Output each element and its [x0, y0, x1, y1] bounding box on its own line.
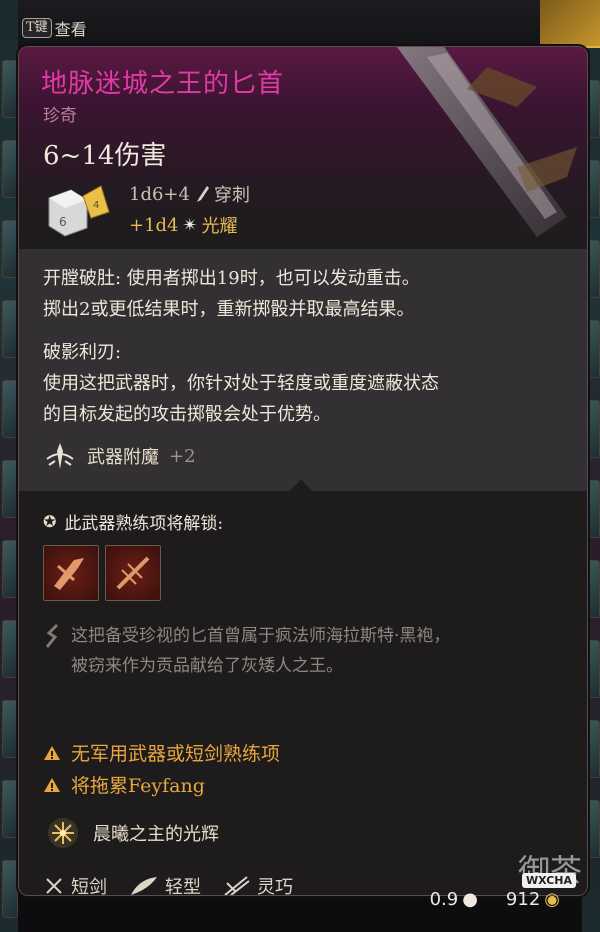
badge-icon: ✪ [43, 512, 57, 531]
background-inventory-left [0, 0, 18, 932]
ability-title: 破影利刃: [43, 342, 122, 363]
watermark-badge: WXCHA [521, 873, 576, 888]
blessing: 晨曦之主的光辉 [47, 817, 219, 849]
unlock-label: 此武器熟练项将解锁: [64, 514, 224, 534]
proficiency-unlock: ✪ 此武器熟练项将解锁: [43, 509, 223, 534]
weight-icon: ● [462, 889, 478, 910]
finesse-icon [224, 876, 250, 895]
warning-text: 将拖累Feyfang [71, 775, 205, 797]
abilities-section: 开膛破肚: 使用者掷出19时，也可以发动重击。 掷出2或更低结果时，重新掷骰并取… [19, 249, 587, 491]
item-name: 地脉迷城之王的匕首 [41, 69, 285, 99]
ability-line: 开膛破肚: 使用者掷出19时，也可以发动重击。 [43, 268, 420, 289]
price-value: 912 [505, 889, 541, 910]
inventory-slot-icon[interactable] [540, 0, 600, 48]
damage-type: 穿刺 [213, 185, 250, 206]
dice-icon: 6 4 [48, 185, 110, 237]
weapon-tags: 短剑 轻型 灵巧 [43, 873, 293, 896]
feather-icon [131, 877, 157, 895]
damage-dice: 1d6+4 [129, 183, 190, 205]
tooltip-header: 地脉迷城之王的匕首 珍奇 6~14伤害 6 4 1d6+4 穿刺 +1d4 ✴ … [19, 47, 587, 249]
dagger-artwork-icon [397, 47, 577, 237]
item-rarity: 珍奇 [43, 106, 77, 126]
tag-label: 灵巧 [257, 877, 293, 896]
weight-value: 0.9 [429, 889, 459, 910]
gold-coin-icon: ◉ [544, 889, 560, 910]
tag-finesse: 灵巧 [223, 873, 293, 896]
tag-label: 轻型 [165, 877, 201, 896]
slash-proficiency-icon[interactable] [43, 545, 99, 601]
pierce-proficiency-icon[interactable] [105, 545, 161, 601]
item-footer: 0.9 ● 912 ◉ [430, 889, 560, 910]
flavor-line: 被窃来作为贡品献给了灰矮人之王。 [71, 656, 343, 676]
piercing-icon [196, 186, 209, 202]
blessing-text: 晨曦之主的光辉 [93, 824, 219, 845]
item-tooltip: 地脉迷城之王的匕首 珍奇 6~14伤害 6 4 1d6+4 穿刺 +1d4 ✴ … [18, 46, 588, 896]
inspect-hint[interactable]: T键 查看 [22, 16, 87, 40]
damage-range: 6~14伤害 [43, 141, 167, 171]
tag-label: 短剑 [71, 877, 107, 896]
bonus-dice: +1d4 [129, 214, 179, 236]
t-key-badge: T键 [22, 18, 52, 38]
bonus-damage: +1d4 ✴ 光耀 [129, 212, 238, 238]
shortsword-icon [46, 878, 62, 894]
ability-line: 使用这把武器时，你针对处于轻度或重度遮蔽状态 [43, 373, 439, 394]
warning-icon [44, 777, 60, 792]
bonus-type: 光耀 [201, 216, 238, 237]
radiant-icon: ✴ [182, 214, 198, 236]
tag-light: 轻型 [129, 873, 201, 896]
warning-icon [44, 745, 60, 760]
enchantment-value: +2 [169, 445, 196, 467]
weapon-enchantment: 武器附魔 +2 [43, 441, 196, 471]
warning-proficiency: 无军用武器或短剑熟练项 [43, 739, 280, 766]
ability-line: 掷出2或更低结果时，重新掷骰并取最高结果。 [43, 299, 415, 320]
enchantment-icon [46, 443, 74, 469]
flavor-line: 这把备受珍视的匕首曾属于疯法师海拉斯特·黑袍， [71, 626, 451, 646]
inspect-label: 查看 [54, 20, 87, 39]
svg-text:4: 4 [93, 200, 99, 211]
svg-text:6: 6 [59, 215, 67, 229]
tag-shortsword: 短剑 [43, 873, 107, 896]
warning-encumbrance: 将拖累Feyfang [43, 771, 205, 798]
base-damage: 1d6+4 穿刺 [129, 181, 250, 207]
warning-text: 无军用武器或短剑熟练项 [71, 743, 281, 765]
enchantment-label: 武器附魔 [87, 447, 159, 468]
top-bar [18, 0, 582, 46]
details-section: ✪ 此武器熟练项将解锁: 这把备受珍视的匕首曾属于疯法师海拉斯特·黑袍， 被窃来… [19, 491, 587, 895]
flavor-text: 这把备受珍视的匕首曾属于疯法师海拉斯特·黑袍， 被窃来作为贡品献给了灰矮人之王。 [71, 621, 450, 681]
sunburst-icon [48, 818, 78, 848]
quill-icon [45, 623, 59, 648]
ability-line: 的目标发起的攻击掷骰会处于优势。 [43, 404, 331, 425]
